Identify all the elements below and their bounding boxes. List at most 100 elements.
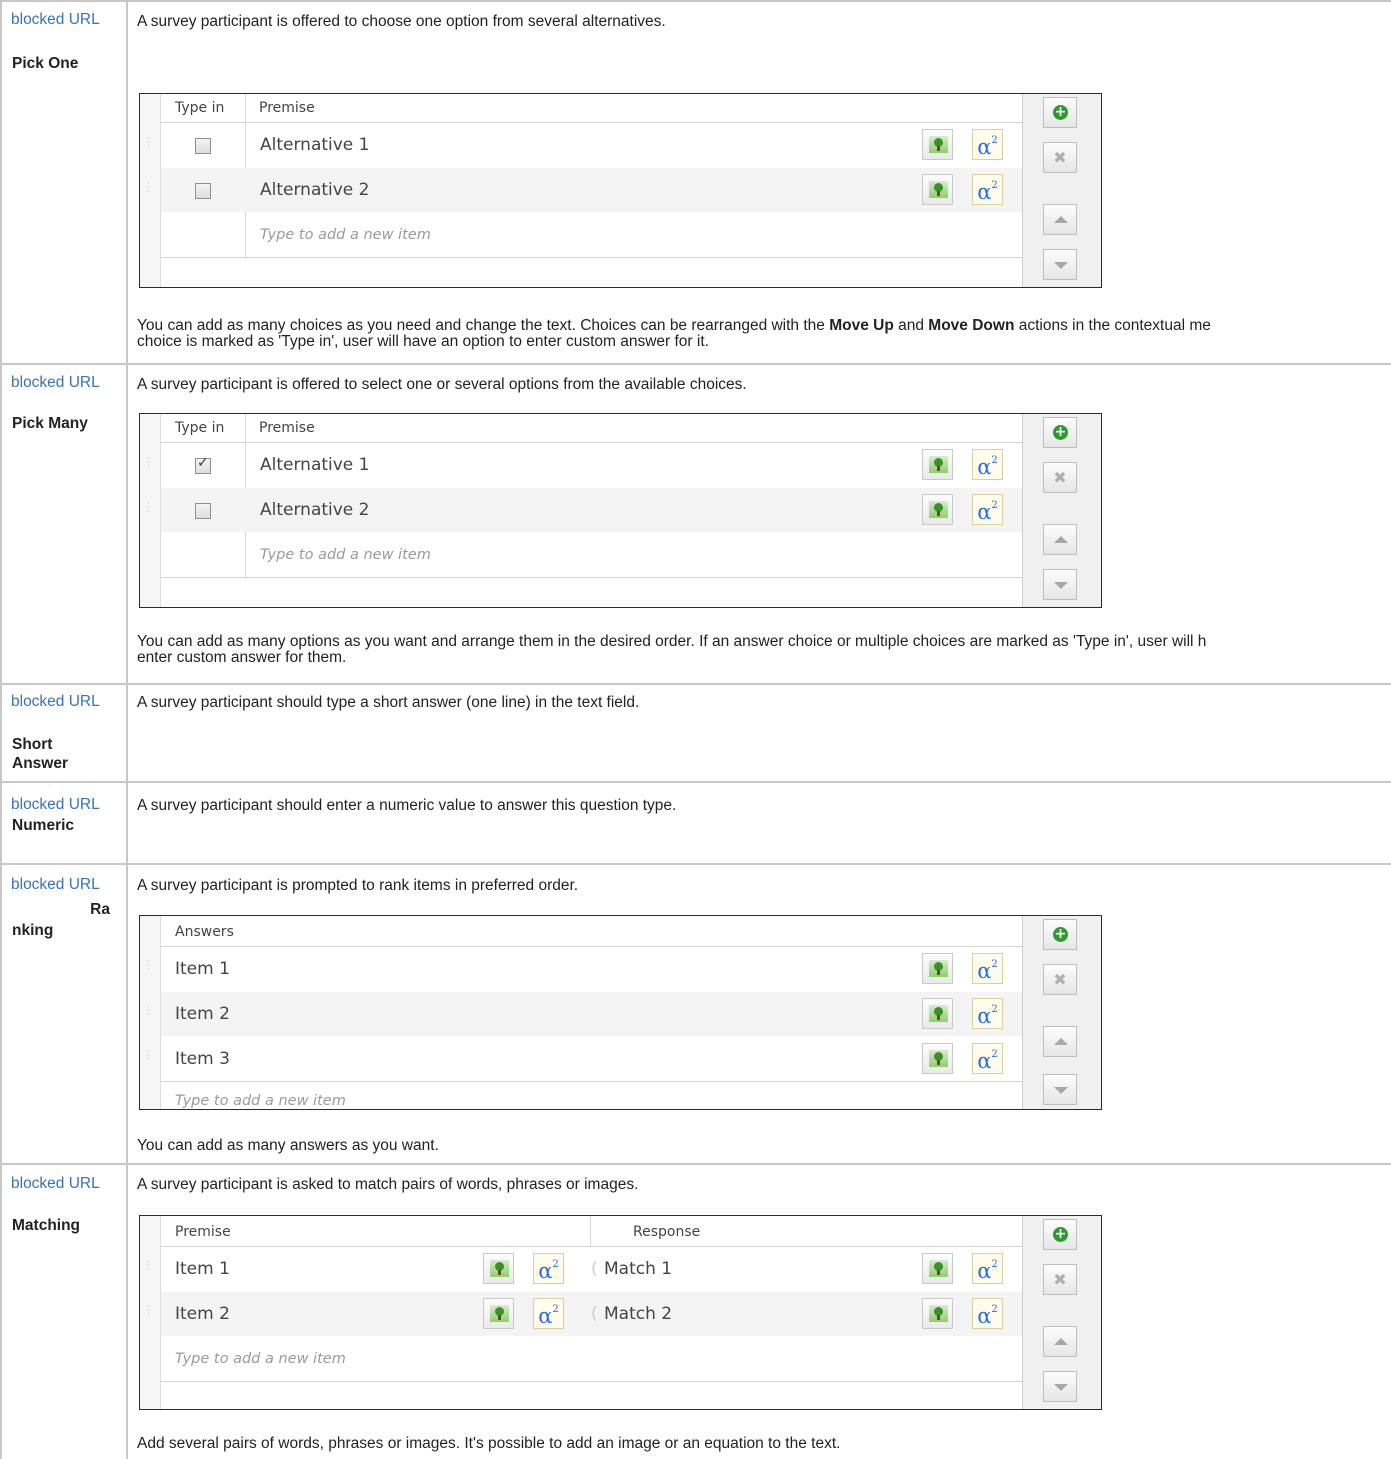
move-down-button[interactable]: [1043, 1074, 1077, 1105]
list-item[interactable]: Item 2 α2 ( Match 2 α2: [161, 1292, 1022, 1336]
add-item-button[interactable]: +: [1043, 417, 1077, 448]
list-item[interactable]: Alternative 1 α2: [161, 443, 1022, 487]
response-text[interactable]: Match 1: [604, 1259, 672, 1279]
typein-checkbox[interactable]: [195, 503, 211, 519]
move-down-button[interactable]: [1043, 569, 1077, 600]
grip-icon[interactable]: · · ·: [147, 180, 153, 197]
list-item[interactable]: Alternative 2 α2: [161, 168, 1022, 212]
row-description: A survey participant is offered to selec…: [137, 376, 747, 393]
premise-text[interactable]: Item 1: [175, 1259, 230, 1279]
delete-item-button[interactable]: ✖: [1043, 1264, 1077, 1295]
insert-image-icon[interactable]: [922, 494, 953, 525]
blocked-url-link[interactable]: blocked URL: [11, 374, 100, 391]
insert-equation-icon[interactable]: α2: [533, 1253, 564, 1284]
row-divider: [0, 1163, 1391, 1165]
item-text[interactable]: Alternative 2: [260, 180, 370, 200]
insert-equation-icon[interactable]: α2: [972, 953, 1003, 984]
list-item[interactable]: Item 1 α2 ( Match 1 α2: [161, 1247, 1022, 1291]
grip-icon[interactable]: · · ·: [147, 500, 153, 517]
insert-image-icon[interactable]: [483, 1298, 514, 1329]
new-item-input[interactable]: Type to add a new item: [161, 1337, 1022, 1382]
list-item[interactable]: Item 1 α2: [161, 947, 1022, 991]
move-up-button[interactable]: [1043, 1026, 1077, 1057]
insert-image-icon[interactable]: [922, 449, 953, 480]
insert-image-icon[interactable]: [922, 1298, 953, 1329]
add-item-button[interactable]: +: [1043, 919, 1077, 950]
blocked-url-link[interactable]: blocked URL: [11, 11, 100, 28]
insert-equation-icon[interactable]: α2: [972, 129, 1003, 160]
delete-item-button[interactable]: ✖: [1043, 964, 1077, 995]
new-item-placeholder: Type to add a new item: [260, 227, 431, 243]
insert-equation-icon[interactable]: α2: [972, 1043, 1003, 1074]
row-divider: [0, 863, 1391, 865]
grip-icon[interactable]: · · ·: [147, 1258, 153, 1275]
insert-image-icon[interactable]: [922, 129, 953, 160]
insert-equation-icon[interactable]: α2: [972, 1298, 1003, 1329]
grip-icon[interactable]: · · ·: [147, 455, 153, 472]
new-item-input[interactable]: Type to add a new item: [161, 213, 1022, 258]
insert-equation-icon[interactable]: α2: [972, 174, 1003, 205]
blocked-url-link[interactable]: blocked URL: [11, 876, 100, 893]
arrow-up-icon: [1054, 216, 1068, 223]
typein-checkbox[interactable]: [195, 138, 211, 154]
add-item-button[interactable]: +: [1043, 1219, 1077, 1250]
insert-image-icon[interactable]: [922, 174, 953, 205]
insert-equation-icon[interactable]: α2: [972, 998, 1003, 1029]
response-text[interactable]: Match 2: [604, 1304, 672, 1324]
item-text[interactable]: Item 1: [175, 959, 230, 979]
plus-icon: +: [1053, 424, 1068, 440]
item-text[interactable]: Item 2: [175, 1004, 230, 1024]
grip-icon[interactable]: · · ·: [147, 1048, 153, 1065]
insert-equation-icon[interactable]: α2: [972, 1253, 1003, 1284]
insert-equation-icon[interactable]: α2: [972, 494, 1003, 525]
premise-text[interactable]: Item 2: [175, 1304, 230, 1324]
move-up-button[interactable]: [1043, 1326, 1077, 1357]
grip-icon[interactable]: · · ·: [147, 1303, 153, 1320]
delete-item-button[interactable]: ✖: [1043, 142, 1077, 173]
editor-grid: · · · · · · · · · Answers Item 1 α2 Item 2 α2 …: [140, 916, 1022, 1109]
move-up-button[interactable]: [1043, 524, 1077, 555]
insert-image-icon[interactable]: [922, 953, 953, 984]
move-down-term: Move Down: [928, 317, 1015, 334]
item-text[interactable]: Alternative 2: [260, 500, 370, 520]
new-item-input[interactable]: Type to add a new item: [161, 533, 1022, 578]
row-divider: [0, 363, 1391, 365]
grip-icon[interactable]: · · ·: [147, 135, 153, 152]
table-border-top: [0, 0, 1391, 2]
insert-image-icon[interactable]: [922, 1043, 953, 1074]
insert-equation-icon[interactable]: α2: [533, 1298, 564, 1329]
move-down-button[interactable]: [1043, 249, 1077, 280]
column-header-premise: Premise: [259, 100, 315, 116]
grip-icon[interactable]: · · ·: [147, 1003, 153, 1020]
delete-x-icon: ✖: [1053, 468, 1067, 487]
list-item[interactable]: Alternative 1 α2: [161, 123, 1022, 167]
column-divider: [126, 0, 128, 1459]
delete-item-button[interactable]: ✖: [1043, 462, 1077, 493]
typein-checkbox-checked[interactable]: [195, 455, 211, 474]
pair-connector-icon: (: [591, 1304, 598, 1324]
list-item[interactable]: Item 2 α2: [161, 992, 1022, 1036]
item-text[interactable]: Alternative 1: [260, 135, 370, 155]
insert-image-icon[interactable]: [922, 998, 953, 1029]
blocked-url-link[interactable]: blocked URL: [11, 796, 100, 813]
move-down-button[interactable]: [1043, 1371, 1077, 1402]
arrow-down-icon: [1054, 582, 1068, 589]
new-item-input[interactable]: Type to add a new item: [161, 1082, 1022, 1109]
list-item[interactable]: Item 3 α2: [161, 1037, 1022, 1082]
typein-checkbox[interactable]: [195, 183, 211, 199]
item-text[interactable]: Item 3: [175, 1049, 230, 1069]
blocked-url-link[interactable]: blocked URL: [11, 693, 100, 710]
blocked-url-link[interactable]: blocked URL: [11, 1175, 100, 1192]
insert-image-icon[interactable]: [922, 1253, 953, 1284]
insert-image-icon[interactable]: [483, 1253, 514, 1284]
grip-icon[interactable]: · · ·: [147, 958, 153, 975]
row-label: Pick Many: [12, 415, 88, 432]
item-text[interactable]: Alternative 1: [260, 455, 370, 475]
insert-equation-icon[interactable]: α2: [972, 449, 1003, 480]
move-up-term: Move Up: [829, 317, 894, 334]
add-item-button[interactable]: +: [1043, 97, 1077, 128]
move-up-button[interactable]: [1043, 204, 1077, 235]
column-header-premise: Premise: [259, 420, 315, 436]
list-item[interactable]: Alternative 2 α2: [161, 488, 1022, 532]
editor-header: Premise Response: [161, 1216, 1022, 1247]
